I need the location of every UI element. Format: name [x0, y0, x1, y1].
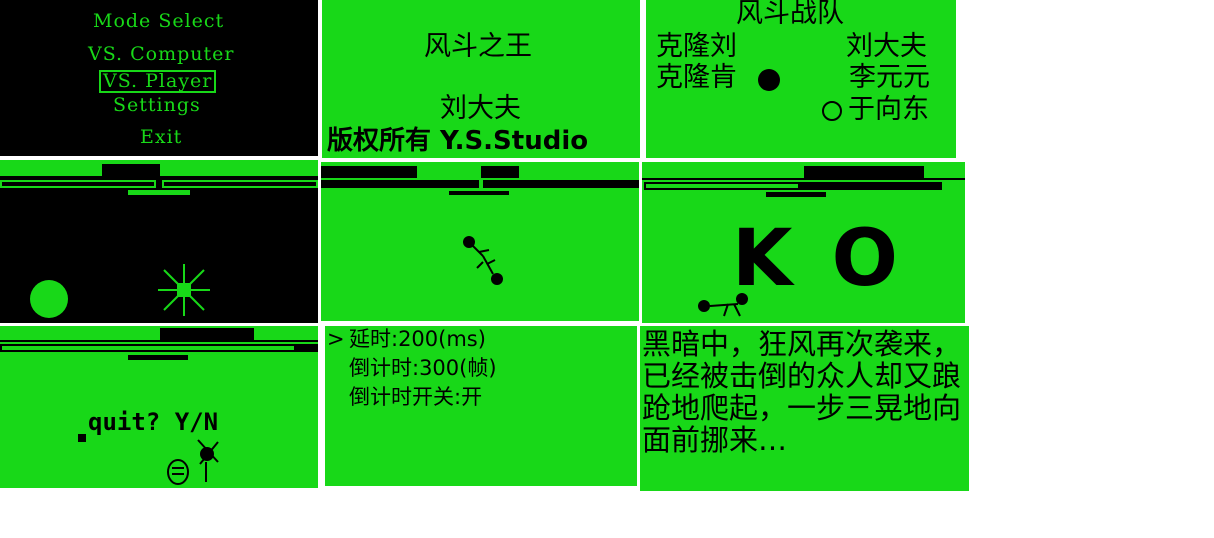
health-bar-right — [162, 180, 318, 188]
team-left-1[interactable]: 克隆刘 — [656, 33, 737, 60]
setting-countdown[interactable]: 倒计时:300(帧) — [349, 358, 497, 379]
menu-item-exit[interactable]: Exit — [140, 128, 182, 147]
panel-settings: > 延时:200(ms) 倒计时:300(帧) 倒计时开关:开 — [325, 326, 637, 486]
panel-fight-dark — [0, 160, 318, 323]
health-bar-left — [644, 182, 800, 190]
settings-cursor: > — [327, 327, 345, 351]
power-bar — [449, 191, 509, 195]
menu-item-vs-player[interactable]: VS. Player — [99, 70, 217, 93]
panel-ko: K O — [642, 162, 965, 323]
fighters-sprite — [167, 439, 219, 485]
team-right-3[interactable]: 于向东 — [848, 96, 929, 123]
fallen-fighter-sprite — [698, 293, 748, 317]
setting-countdown-toggle[interactable]: 倒计时开关:开 — [349, 387, 482, 408]
power-bar — [128, 355, 188, 360]
menu-item-settings[interactable]: Settings — [113, 96, 201, 115]
menu-title: Mode Select — [93, 10, 225, 32]
setting-delay[interactable]: 延时:200(ms) — [349, 329, 486, 350]
team-left-2[interactable]: 克隆肯 — [656, 64, 737, 91]
energy-ball-icon — [30, 280, 68, 318]
health-bar-left — [0, 344, 296, 352]
health-bar-right — [483, 180, 639, 188]
health-bar-left — [321, 180, 479, 188]
panel-title-screen: 风斗之王 刘大夫 版权所有 Y.S.Studio — [322, 0, 640, 158]
selector-filled-dot-icon — [758, 69, 780, 91]
spark-burst-icon — [158, 264, 210, 316]
panel-story: 黑暗中，狂风再次袭来，已经被击倒的众人却又踉跄地爬起，一步三晃地向面前挪来… — [640, 326, 969, 491]
author-name: 刘大夫 — [440, 93, 521, 124]
team-header: 风斗战队 — [736, 0, 844, 29]
game-title: 风斗之王 — [424, 31, 532, 62]
health-bar-left — [0, 180, 156, 188]
ko-text: K O — [732, 214, 904, 304]
copyright-line: 版权所有 Y.S.Studio — [327, 126, 589, 156]
panel-team-select: 风斗战队 克隆刘 克隆肯 刘大夫 李元元 于向东 — [646, 0, 956, 158]
power-bar — [128, 190, 190, 195]
team-right-1[interactable]: 刘大夫 — [846, 33, 927, 60]
menu-item-vs-computer[interactable]: VS. Computer — [88, 45, 235, 64]
cursor-block-icon — [78, 434, 86, 442]
panel-fight-green — [321, 162, 639, 321]
fighter-sprite — [463, 236, 503, 285]
team-right-2[interactable]: 李元元 — [849, 64, 930, 91]
selector-hollow-dot-icon — [822, 101, 842, 121]
panel-mode-select: Mode Select VS. Computer VS. Player Sett… — [0, 0, 318, 156]
panel-quit: quit? Y/N — [0, 326, 318, 488]
power-bar — [766, 192, 826, 197]
quit-prompt[interactable]: quit? Y/N — [88, 410, 218, 434]
story-text: 黑暗中，狂风再次袭来，已经被击倒的众人却又踉跄地爬起，一步三晃地向面前挪来… — [642, 327, 962, 457]
